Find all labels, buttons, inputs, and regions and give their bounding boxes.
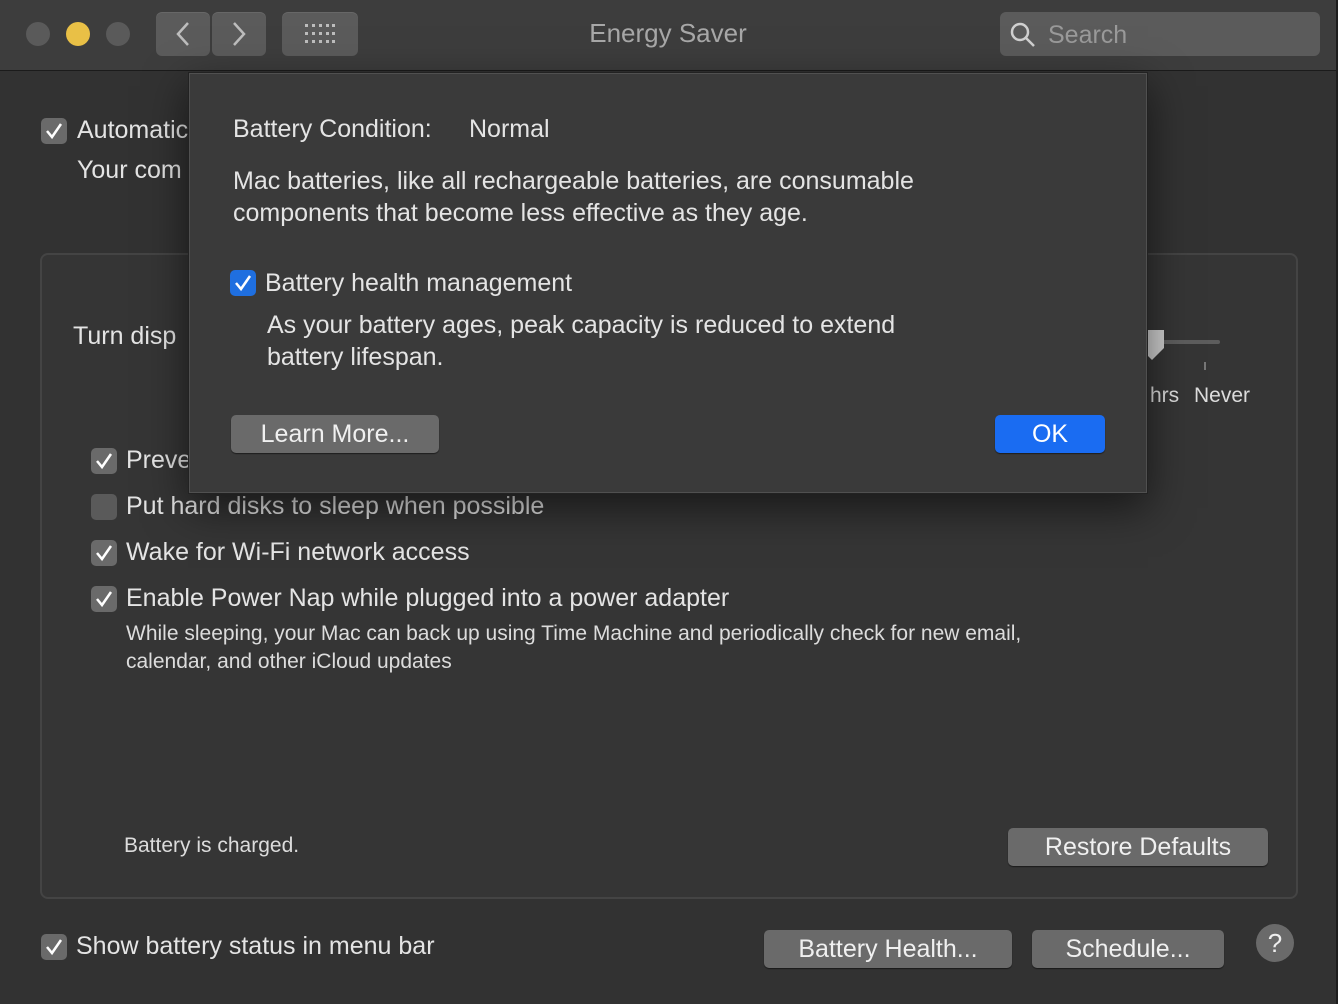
checkmark-icon bbox=[46, 123, 63, 140]
prevent-sleep-checkbox[interactable] bbox=[91, 448, 117, 474]
checkmark-icon bbox=[96, 453, 113, 470]
power-nap-checkbox[interactable] bbox=[91, 586, 117, 612]
energy-saver-window: Energy Saver Automatic Your com Turn dis… bbox=[0, 0, 1338, 1004]
checkmark-icon bbox=[235, 275, 252, 292]
ok-button[interactable]: OK bbox=[995, 415, 1105, 453]
search-input[interactable] bbox=[1046, 18, 1310, 52]
power-nap-description-line-2: calendar, and other iCloud updates bbox=[126, 650, 452, 673]
checkmark-icon bbox=[46, 939, 63, 956]
checkmark-icon bbox=[96, 545, 113, 562]
health-management-description-line-1: As your battery ages, peak capacity is r… bbox=[267, 311, 896, 339]
help-button[interactable]: ? bbox=[1256, 924, 1294, 962]
prevent-sleep-label: Preve bbox=[126, 446, 192, 474]
search-field[interactable] bbox=[1000, 12, 1320, 56]
battery-description-line-2: components that become less effective as… bbox=[233, 199, 808, 227]
wake-wifi-label: Wake for Wi-Fi network access bbox=[126, 538, 470, 566]
restore-defaults-button[interactable]: Restore Defaults bbox=[1008, 828, 1268, 866]
wake-wifi-checkbox[interactable] bbox=[91, 540, 117, 566]
slider-label-never: Never bbox=[1194, 384, 1251, 407]
search-icon bbox=[1010, 22, 1035, 47]
turn-display-off-label: Turn disp bbox=[73, 322, 177, 350]
automatic-switching-label: Automatic bbox=[77, 116, 189, 144]
automatic-switching-checkbox[interactable] bbox=[41, 118, 67, 144]
battery-status-text: Battery is charged. bbox=[124, 834, 300, 857]
power-nap-description-line-1: While sleeping, your Mac can back up usi… bbox=[126, 622, 1022, 645]
automatic-switching-description: Your com bbox=[77, 156, 182, 184]
hard-disk-sleep-checkbox[interactable] bbox=[91, 494, 117, 520]
checkmark-icon bbox=[96, 591, 113, 608]
schedule-button[interactable]: Schedule... bbox=[1032, 930, 1224, 968]
health-management-description-line-2: battery lifespan. bbox=[267, 343, 444, 371]
battery-description-line-1: Mac batteries, like all rechargeable bat… bbox=[233, 167, 914, 195]
power-nap-label: Enable Power Nap while plugged into a po… bbox=[126, 584, 730, 612]
show-battery-status-checkbox[interactable] bbox=[41, 934, 67, 960]
title-bar: Energy Saver bbox=[0, 0, 1336, 71]
show-battery-status-label: Show battery status in menu bar bbox=[76, 932, 435, 960]
learn-more-button[interactable]: Learn More... bbox=[231, 415, 439, 453]
hard-disk-sleep-label: Put hard disks to sleep when possible bbox=[126, 492, 545, 520]
battery-condition-value: Normal bbox=[469, 115, 550, 143]
battery-health-management-checkbox[interactable] bbox=[230, 270, 256, 296]
battery-health-button[interactable]: Battery Health... bbox=[764, 930, 1012, 968]
slider-label-hrs: hrs bbox=[1150, 384, 1180, 407]
slider-tick bbox=[1204, 362, 1206, 370]
battery-health-sheet: Battery Condition: Normal Mac batteries,… bbox=[188, 72, 1148, 494]
battery-condition-label: Battery Condition: bbox=[233, 115, 432, 143]
battery-health-management-label: Battery health management bbox=[265, 269, 573, 297]
